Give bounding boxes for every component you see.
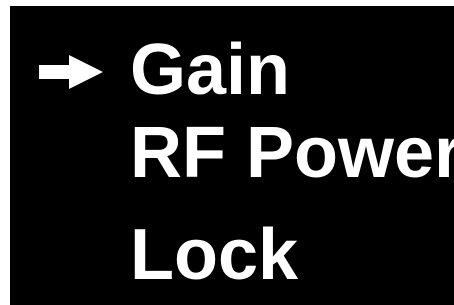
menu-item-rf-power[interactable]: RF Power: [10, 115, 454, 191]
right-arrow-icon: [39, 55, 103, 89]
menu-item-lock[interactable]: Lock: [10, 217, 454, 293]
menu-item-label: Gain: [130, 30, 291, 110]
menu-item-label: Lock: [130, 215, 299, 295]
menu-item-gain[interactable]: Gain: [10, 32, 454, 108]
menu-item-label: RF Power: [130, 113, 454, 193]
menu-screen: Gain RF Power Lock: [10, 6, 454, 305]
